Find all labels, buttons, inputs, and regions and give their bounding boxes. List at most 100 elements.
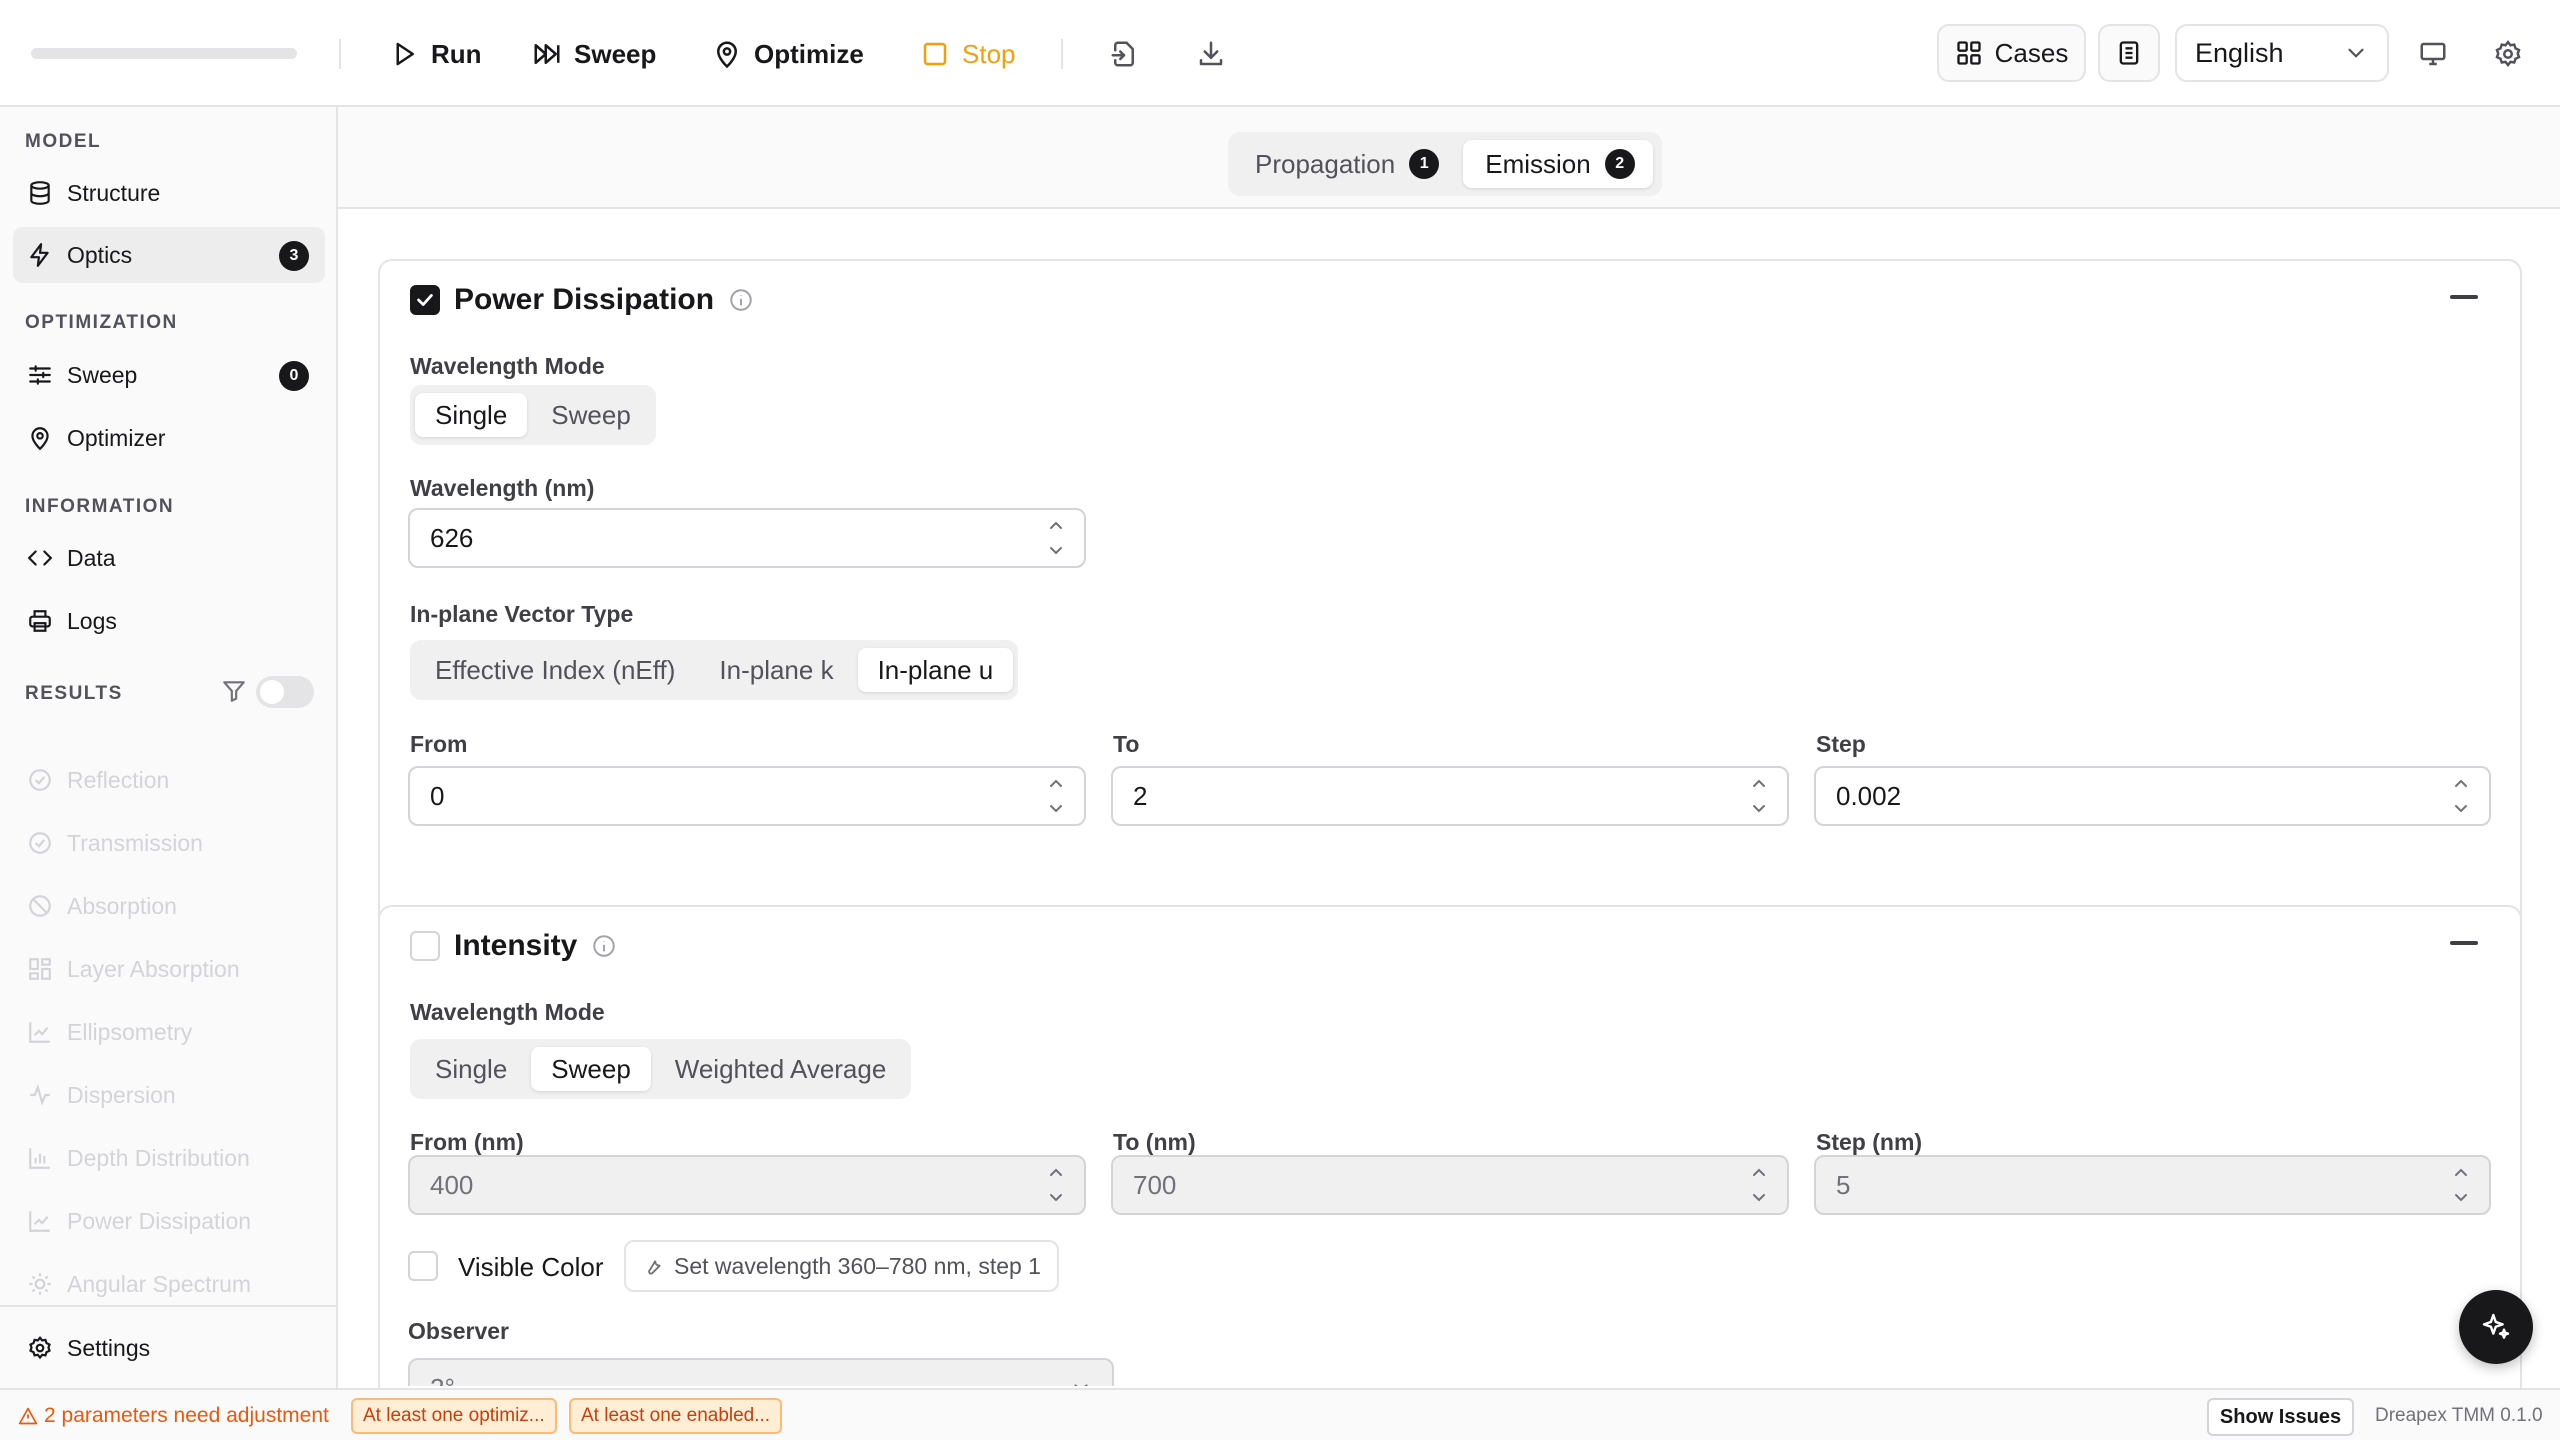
import-button[interactable] [1104, 34, 1144, 74]
sweep-button[interactable]: Sweep [532, 30, 656, 78]
show-issues-button[interactable]: Show Issues [2207, 1398, 2354, 1436]
chevron-up-icon[interactable] [2451, 1165, 2471, 1181]
visible-color-checkbox[interactable] [408, 1251, 438, 1281]
sidebar-item-data[interactable]: Data [13, 530, 325, 586]
filter-icon[interactable] [221, 678, 247, 704]
chevron-down-icon[interactable] [1046, 800, 1066, 816]
stepper[interactable] [1749, 1165, 1769, 1205]
mode-single[interactable]: Single [415, 393, 528, 437]
stepper[interactable] [1749, 776, 1769, 816]
sidebar-item-label: Depth Distribution [67, 1144, 250, 1171]
sidebar-item-optimizer[interactable]: Optimizer [13, 410, 325, 466]
mode-sweep[interactable]: Sweep [531, 1047, 651, 1091]
cases-button[interactable]: Cases [1937, 24, 2086, 82]
warning-summary[interactable]: 2 parameters need adjustment [18, 1404, 329, 1428]
stepper[interactable] [2451, 776, 2471, 816]
chevron-up-icon[interactable] [1046, 776, 1066, 792]
sidebar-item-logs[interactable]: Logs [13, 593, 325, 649]
field-label: From [410, 731, 468, 757]
to-input[interactable]: 2 [1111, 766, 1789, 826]
step-input[interactable]: 0.002 [1814, 766, 2491, 826]
tab-label: Emission [1485, 148, 1591, 179]
observer-select[interactable]: 2° [408, 1358, 1114, 1386]
warning-chip[interactable]: At least one optimiz... [351, 1398, 557, 1434]
tab-emission[interactable]: Emission 2 [1463, 140, 1653, 188]
download-button[interactable] [1191, 34, 1231, 74]
settings-button[interactable] [2488, 34, 2528, 74]
file-import-icon [1111, 41, 1134, 67]
intensity-card: Intensity Wavelength Mode Single Sweep W… [378, 905, 2522, 1388]
notes-button[interactable] [2098, 24, 2160, 82]
observer-select-clip: 2° [408, 1358, 1114, 1386]
chevron-down-icon[interactable] [1046, 542, 1066, 558]
sidebar-item-label: Settings [67, 1334, 151, 1361]
section-optimization: OPTIMIZATION [25, 312, 178, 333]
stepper[interactable] [1046, 518, 1066, 558]
power-dissipation-checkbox[interactable] [410, 285, 440, 315]
intensity-from-input[interactable]: 400 [408, 1155, 1086, 1215]
sidebar-item-label: Angular Spectrum [67, 1270, 252, 1297]
input-value: 0 [430, 780, 445, 811]
chevron-down-icon[interactable] [2451, 800, 2471, 816]
gear-icon [29, 1335, 51, 1360]
sidebar-item-sweep[interactable]: Sweep 0 [13, 347, 325, 403]
warning-chip[interactable]: At least one enabled... [569, 1398, 783, 1434]
chevron-up-icon[interactable] [1046, 518, 1066, 534]
mode-single[interactable]: Single [415, 1047, 527, 1091]
collapse-button[interactable] [2450, 295, 2478, 299]
visible-color-label: Visible Color [458, 1252, 604, 1282]
vector-u[interactable]: In-plane u [857, 648, 1014, 692]
sliders-icon [29, 365, 51, 385]
card-title: Intensity [454, 929, 578, 962]
optimize-button[interactable]: Optimize [712, 30, 864, 78]
mode-weighted-average[interactable]: Weighted Average [655, 1047, 907, 1091]
results-filter-toggle[interactable] [256, 676, 314, 708]
sidebar-item-label: Layer Absorption [67, 955, 240, 982]
sidebar-footer: Settings [0, 1305, 336, 1388]
intensity-step-input[interactable]: 5 [1814, 1155, 2491, 1215]
vector-neff[interactable]: Effective Index (nEff) [415, 648, 695, 692]
chevron-down-icon[interactable] [1749, 1189, 1769, 1205]
tab-badge: 2 [1604, 149, 1635, 179]
intensity-checkbox[interactable] [410, 931, 440, 961]
stop-button[interactable]: Stop [920, 30, 1016, 78]
input-value: 400 [430, 1169, 474, 1200]
chevron-down-icon[interactable] [1046, 1189, 1066, 1205]
run-button[interactable]: Run [389, 30, 482, 78]
tab-bar: Propagation 1 Emission 2 [338, 107, 2560, 209]
language-select[interactable]: English [2175, 24, 2389, 82]
display-button[interactable] [2413, 34, 2453, 74]
reflection-icon [29, 769, 51, 791]
card-title: Power Dissipation [454, 283, 715, 316]
card-header: Power Dissipation [410, 283, 754, 317]
visible-color-hint-button[interactable]: Set wavelength 360–780 nm, step 1 [624, 1240, 1059, 1292]
sidebar-item-settings[interactable]: Settings [13, 1320, 325, 1376]
ai-assistant-button[interactable] [2459, 1290, 2533, 1364]
chevron-up-icon[interactable] [2451, 776, 2471, 792]
collapse-button[interactable] [2450, 941, 2478, 945]
play-icon [396, 42, 414, 66]
chevron-down-icon[interactable] [2451, 1189, 2471, 1205]
info-icon[interactable] [591, 933, 617, 959]
mode-sweep[interactable]: Sweep [531, 393, 651, 437]
sidebar-item-structure[interactable]: Structure [13, 165, 325, 221]
vector-k[interactable]: In-plane k [699, 648, 853, 692]
intensity-to-input[interactable]: 700 [1111, 1155, 1789, 1215]
sidebar-item-optics[interactable]: Optics 3 [13, 227, 325, 283]
chevron-up-icon[interactable] [1749, 1165, 1769, 1181]
chevron-down-icon[interactable] [1749, 800, 1769, 816]
card-header: Intensity [410, 929, 617, 963]
chevron-up-icon[interactable] [1749, 776, 1769, 792]
stepper[interactable] [2451, 1165, 2471, 1205]
wavelength-input[interactable]: 626 [408, 508, 1086, 568]
sidebar-item-absorption: Absorption [13, 878, 325, 934]
stepper[interactable] [1046, 1165, 1066, 1205]
toolbar: Run Sweep Optimize Stop Cases English [0, 0, 2560, 107]
chevron-up-icon[interactable] [1046, 1165, 1066, 1181]
tab-propagation[interactable]: Propagation 1 [1233, 140, 1457, 188]
info-icon[interactable] [728, 287, 754, 313]
stepper[interactable] [1046, 776, 1066, 816]
from-input[interactable]: 0 [408, 766, 1086, 826]
stop-label: Stop [962, 38, 1016, 69]
tab-badge: 1 [1409, 149, 1440, 179]
